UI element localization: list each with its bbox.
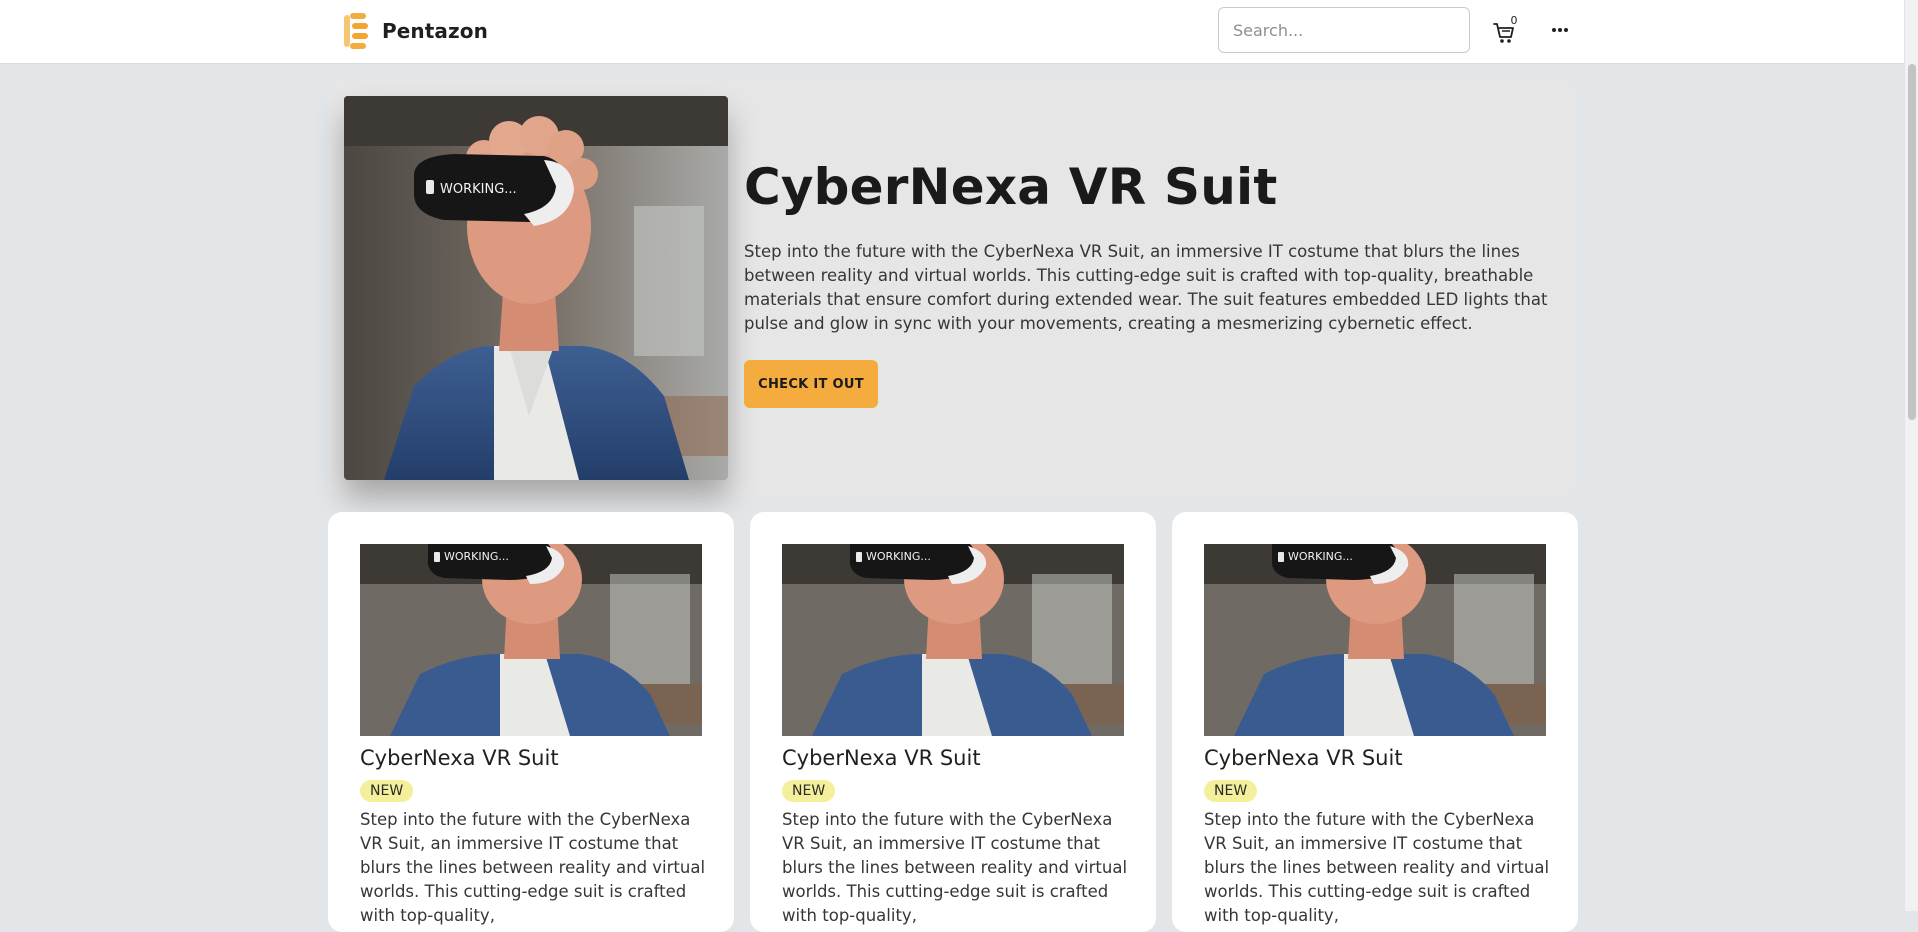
product-image-overlay-text: WORKING... <box>444 550 509 563</box>
check-it-out-button[interactable]: CHECK IT OUT <box>744 360 878 408</box>
search-input[interactable] <box>1218 7 1470 53</box>
hero-section: WORKING... CyberNexa VR Suit Step into t… <box>328 80 1576 496</box>
product-image[interactable]: WORKING... <box>1204 544 1546 736</box>
product-title[interactable]: CyberNexa VR Suit <box>782 746 981 770</box>
hero-title: CyberNexa VR Suit <box>744 158 1278 216</box>
product-title[interactable]: CyberNexa VR Suit <box>1204 746 1403 770</box>
cart-count-badge: 0 <box>1508 14 1520 27</box>
page-scrollbar[interactable] <box>1904 0 1918 911</box>
product-image[interactable]: WORKING... <box>782 544 1124 736</box>
new-badge: NEW <box>782 780 836 802</box>
new-badge: NEW <box>360 780 414 802</box>
top-navbar: Pentazon 0 <box>0 0 1904 64</box>
more-horizontal-icon[interactable] <box>1547 16 1573 44</box>
pentazon-logo-icon <box>340 11 372 51</box>
brand-name: Pentazon <box>382 19 488 43</box>
product-image-overlay-text: WORKING... <box>866 550 931 563</box>
new-badge: NEW <box>1204 780 1258 802</box>
product-card[interactable]: WORKING... CyberNexa VR Suit NEW Step in… <box>750 512 1156 932</box>
product-card[interactable]: WORKING... CyberNexa VR Suit NEW Step in… <box>1172 512 1578 932</box>
brand[interactable]: Pentazon <box>340 11 488 51</box>
scrollbar-thumb[interactable] <box>1908 64 1916 420</box>
product-title[interactable]: CyberNexa VR Suit <box>360 746 559 770</box>
product-description: Step into the future with the CyberNexa … <box>1204 810 1550 925</box>
hero-description: Step into the future with the CyberNexa … <box>744 242 1548 333</box>
product-image[interactable]: WORKING... <box>360 544 702 736</box>
hero-product-image[interactable]: WORKING... <box>344 96 728 480</box>
product-description: Step into the future with the CyberNexa … <box>782 810 1128 925</box>
product-image-overlay-text: WORKING... <box>1288 550 1353 563</box>
product-card[interactable]: WORKING... CyberNexa VR Suit NEW Step in… <box>328 512 734 932</box>
hero-image-overlay-text: WORKING... <box>440 182 517 197</box>
product-description: Step into the future with the CyberNexa … <box>360 810 706 925</box>
